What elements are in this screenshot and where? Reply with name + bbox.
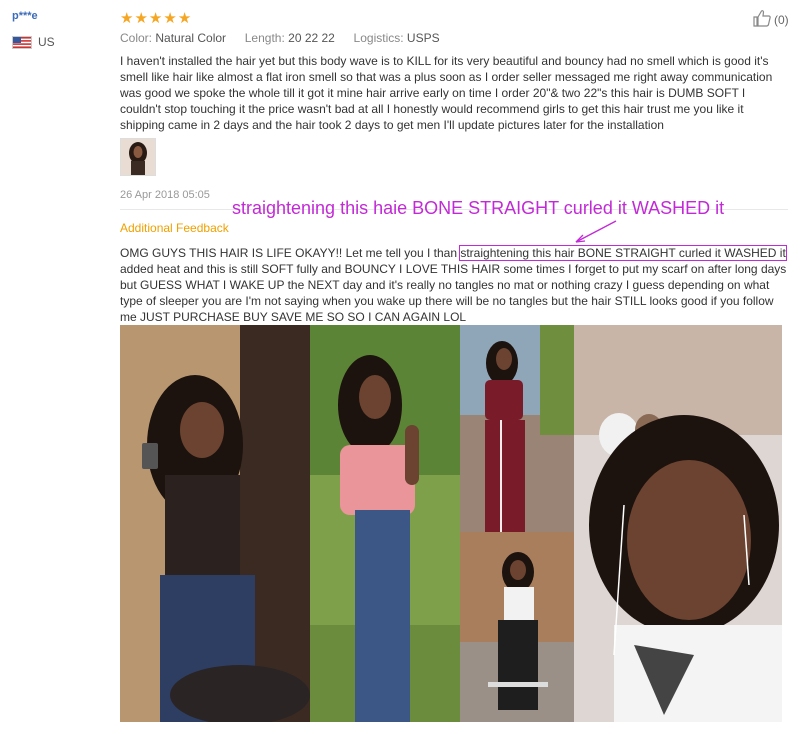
country-label: US xyxy=(38,35,55,49)
feedback-photo-outdoors[interactable] xyxy=(310,325,460,722)
additional-feedback-label: Additional Feedback xyxy=(120,221,229,235)
logistics-value: USPS xyxy=(406,31,440,45)
review-text: I haven't installed the hair yet but thi… xyxy=(120,54,773,132)
star-icon: ★ xyxy=(148,10,163,27)
review-date: 26 Apr 2018 05:05 xyxy=(120,189,210,201)
feedback-highlight: straightening this hair BONE STRAIGHT cu… xyxy=(459,245,787,261)
order-meta: Color: Natural Color Length: 20 22 22 Lo… xyxy=(120,31,440,45)
length-value: 20 22 22 xyxy=(288,31,335,45)
callout-annotation: straightening this haie BONE STRAIGHT cu… xyxy=(232,198,725,218)
rating-stars: ★ ★ ★ ★ ★ xyxy=(120,9,191,27)
feedback-photos xyxy=(120,325,782,722)
feedback-text-start: OMG GUYS THIS HAIR IS LIFE OKAYY!! Let m… xyxy=(120,246,461,260)
length-label: Length: xyxy=(244,31,285,45)
feedback-text-end: added heat and this is still SOFT fully … xyxy=(120,262,787,324)
feedback-photo-mirror-selfie[interactable] xyxy=(120,325,310,722)
feedback-photo-lying-selfie[interactable] xyxy=(574,325,782,722)
reviewer-country: US xyxy=(12,35,55,49)
feedback-photo-tracksuit[interactable] xyxy=(460,325,574,532)
review-photo-thumbnail[interactable] xyxy=(120,138,156,176)
reviewer-name: p***e xyxy=(12,10,38,22)
star-icon: ★ xyxy=(163,10,177,27)
like-count: (0) xyxy=(774,12,789,27)
star-icon: ★ xyxy=(120,10,134,27)
logistics-label: Logistics: xyxy=(353,31,404,45)
feedback-photo-chair[interactable] xyxy=(460,532,574,722)
color-label: Color: xyxy=(120,31,153,45)
color-value: Natural Color xyxy=(155,31,227,45)
star-icon: ★ xyxy=(134,10,148,27)
thumbs-up-icon[interactable] xyxy=(752,9,772,30)
like-button[interactable]: (0) xyxy=(752,9,789,30)
us-flag-icon xyxy=(12,35,32,49)
star-icon: ★ xyxy=(177,10,192,27)
additional-feedback-text: OMG GUYS THIS HAIR IS LIFE OKAYY!! Let m… xyxy=(120,245,792,325)
